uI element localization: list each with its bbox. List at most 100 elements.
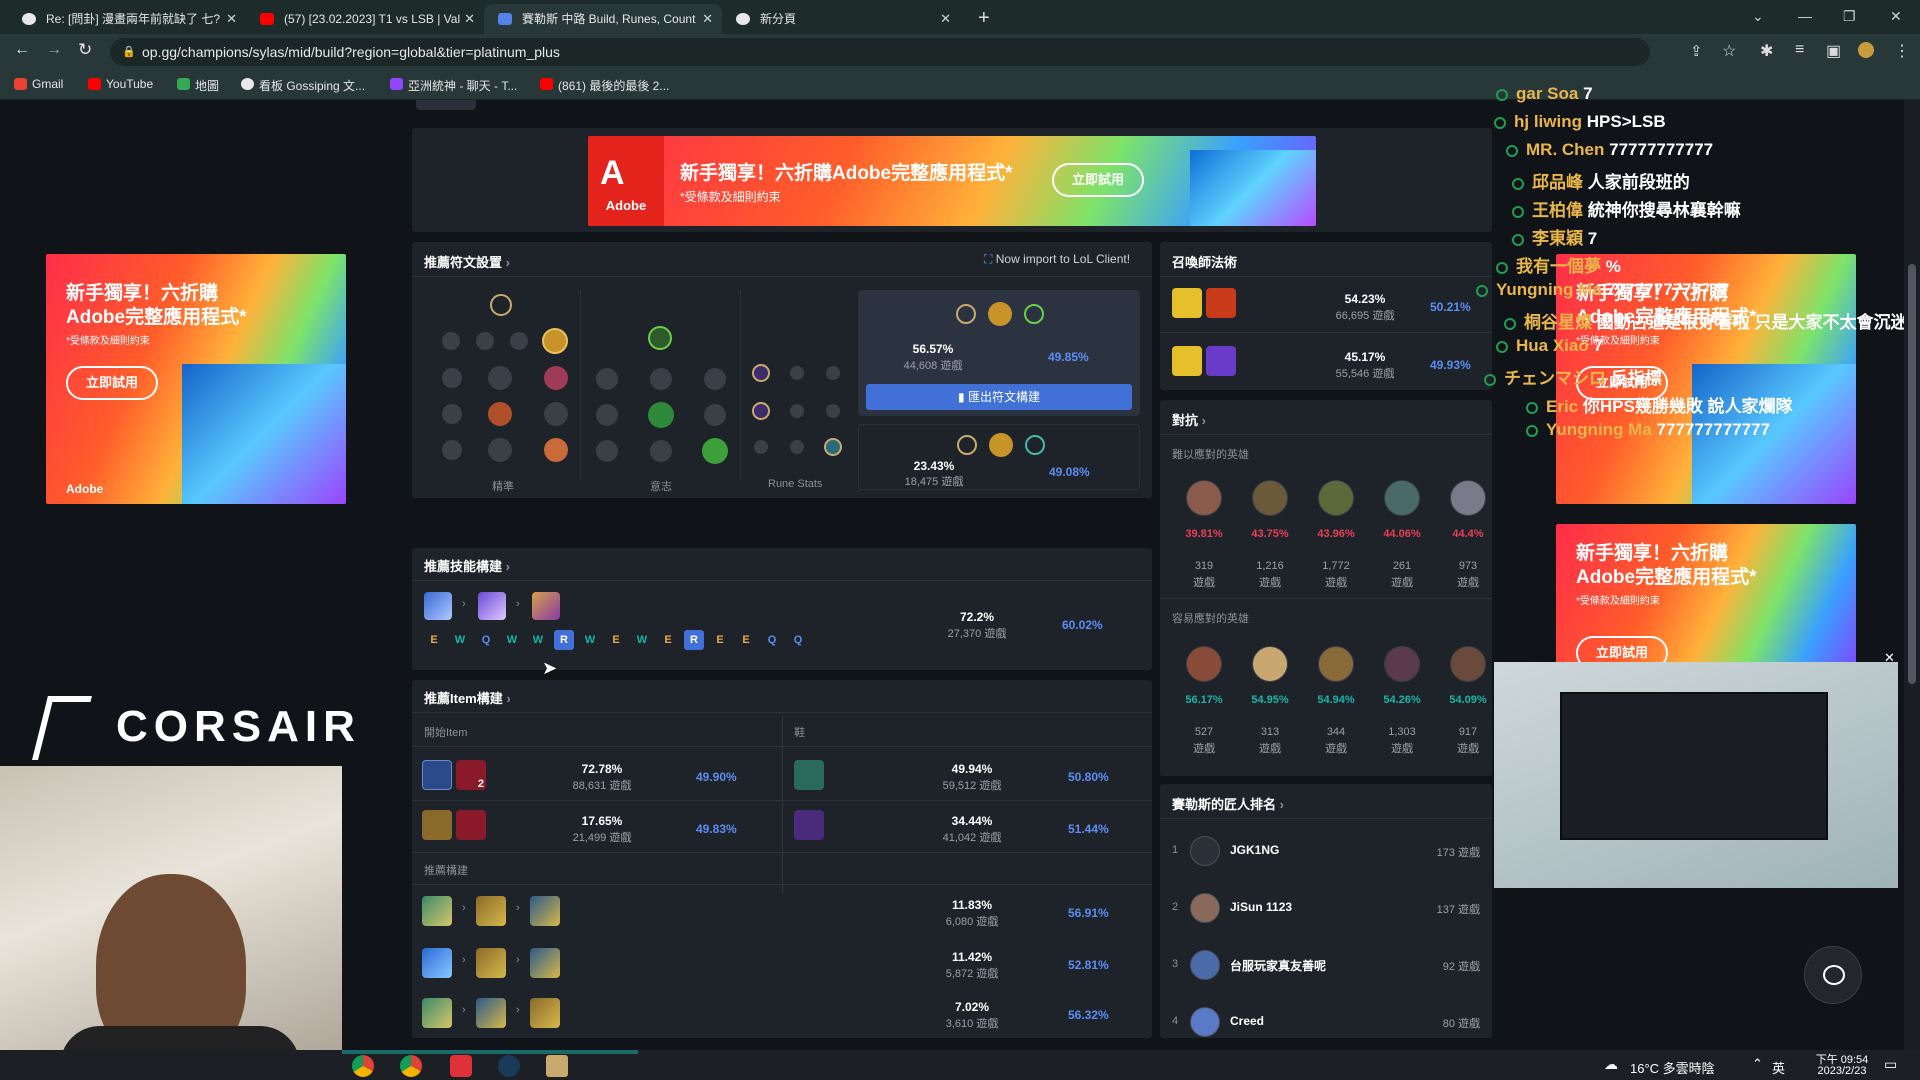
tab-youtube[interactable]: (57) [23.02.2023] T1 vs LSB | Val ✕ [246,4,484,34]
counter-games-unit: 遊戲 [1259,577,1281,589]
close-tab-icon[interactable]: ✕ [464,4,475,34]
media-control-icon[interactable]: ≡ [1795,41,1804,59]
close-window-icon[interactable]: ✕ [1890,4,1902,28]
back-icon[interactable]: ← [14,41,30,59]
new-tab-button[interactable]: + [978,4,990,32]
steam-icon[interactable] [498,1055,520,1077]
weather-text[interactable]: 16°C 多雲時陰 [1630,1058,1715,1077]
ad-cta-button[interactable]: 立即試用 [66,366,158,400]
rabadons-icon [530,896,560,926]
chat-username: 桐谷星燦 [1524,313,1592,332]
tab-search-icon[interactable]: ⌄ [1752,4,1764,28]
champion-portrait[interactable] [1252,646,1288,682]
master-games: 80 遊戲 [1442,1018,1480,1030]
champion-portrait[interactable] [1384,480,1420,516]
left-ad-banner[interactable]: 新手獨享！六折購 Adobe完整應用程式* *受條款及細則約束 立即試用 Ado… [46,254,346,504]
ime-indicator[interactable]: 英 [1772,1058,1785,1077]
import-to-client-link[interactable]: ⛶ Now import to LoL Client! [984,252,1130,267]
bookmark-twitch[interactable]: 亞洲統神 - 聊天 - T... [390,77,517,94]
ad-cta-button[interactable]: 立即試用 [1052,163,1144,197]
chrome-icon[interactable] [400,1055,422,1077]
scrollbar[interactable] [1904,100,1920,1050]
right-ad-banner-2[interactable]: 新手獨享！六折購 Adobe完整應用程式* *受條款及細則約束 立即試用 [1556,524,1856,664]
master-name[interactable]: 台服玩家真友善呢 [1230,957,1326,974]
champion-portrait[interactable] [1318,646,1354,682]
counter-games-unit: 遊戲 [1325,577,1347,589]
address-bar[interactable]: 🔒 op.gg/champions/sylas/mid/build?region=… [110,38,1650,66]
clock-date[interactable]: 2023/2/23 [1804,1065,1880,1077]
champion-portrait[interactable] [1450,480,1486,516]
masters-title[interactable]: 賽勒斯的匠人排名 › [1172,794,1284,813]
counter-win-rate: 43.96% [1317,528,1355,540]
ad-cta-button[interactable]: 立即試用 [1576,636,1668,664]
minimize-icon[interactable]: — [1798,4,1812,28]
bookmark-label: 地圖 [195,79,220,93]
export-runes-button[interactable]: ▮ 匯出符文構建 [866,384,1132,410]
bookmark-star-icon[interactable]: ☆ [1722,41,1736,61]
notification-icon[interactable]: ▭ [1884,1056,1897,1073]
skills-title[interactable]: 推薦技能構建 › [424,556,510,575]
profile-avatar[interactable] [1858,42,1874,58]
restore-icon[interactable]: ❐ [1843,4,1856,28]
champion-portrait[interactable] [1450,646,1486,682]
side-panel-icon[interactable]: ▣ [1826,41,1841,61]
app-icon[interactable] [450,1055,472,1077]
master-name[interactable]: JiSun 1123 [1230,900,1292,914]
items-title[interactable]: 推薦Item構建 › [424,688,511,707]
close-tab-icon[interactable]: ✕ [226,4,237,34]
master-row[interactable]: 4 Creed 80 遊戲 [1160,999,1492,1049]
champion-portrait[interactable] [1318,480,1354,516]
tab-opgg[interactable]: 賽勒斯 中路 Build, Runes, Count ✕ [484,4,722,34]
tab-label: 新分頁 [760,12,797,26]
master-rank: 3 [1172,958,1179,970]
item-games: 21,499 遊戲 [572,832,632,844]
top-ad-banner[interactable]: Adobe A 新手獨享！六折購Adobe完整應用程式* *受條款及細則約束 立… [588,136,1316,226]
counter-games-unit: 遊戲 [1193,743,1215,755]
help-chat-button[interactable] [1804,946,1862,1004]
extensions-icon[interactable]: ✱ [1760,41,1773,61]
master-name[interactable]: JGK1NG [1230,843,1279,857]
chat-message: 邱品峰 人家前段班的 [1512,168,1690,193]
crown-icon [422,948,452,978]
core-pick-rate: 7.02% [954,1000,990,1014]
tab-ptt[interactable]: Re: [問卦] 漫畫兩年前就缺了 七? ✕ [8,4,246,34]
chevron-right-icon: › [516,598,520,610]
bookmark-youtube-video[interactable]: (861) 最後的最後 2... [540,77,669,94]
champion-portrait[interactable] [1186,480,1222,516]
counters-title[interactable]: 對抗 › [1172,410,1206,429]
bookmark-gmail[interactable]: Gmail [14,77,63,91]
champion-portrait[interactable] [1384,646,1420,682]
champion-portrait[interactable] [1186,646,1222,682]
bookmark-maps[interactable]: 地圖 [177,77,219,94]
tray-chevron-icon[interactable]: ⌃ [1752,1056,1763,1072]
share-icon[interactable]: ⇪ [1690,42,1703,60]
gmail-icon [14,78,27,90]
reload-icon[interactable]: ↻ [78,40,92,60]
master-row[interactable]: 2 JiSun 1123 137 遊戲 [1160,885,1492,935]
runes-title[interactable]: 推薦符文設置 › [424,252,510,271]
rune-games: 44,608 遊戲 [903,360,963,372]
master-name[interactable]: Creed [1230,1014,1264,1028]
rune-option-alt[interactable]: 23.43% 18,475 遊戲 49.08% [858,424,1140,490]
forward-icon[interactable]: → [46,41,62,59]
chat-badge-icon [1496,340,1508,353]
picture-in-picture-video[interactable]: ✕ [1494,650,1898,888]
bookmark-youtube[interactable]: YouTube [88,77,153,91]
boots-pick-rate: 49.94% [951,762,993,776]
close-tab-icon[interactable]: ✕ [702,4,713,34]
items-panel: 推薦Item構建 › 開始Item 鞋 2 72.78% 88,631 遊戲 4… [412,680,1152,1038]
close-tab-icon[interactable]: ✕ [940,4,951,34]
champion-portrait[interactable] [1252,480,1288,516]
close-pip-icon[interactable]: ✕ [1884,650,1895,666]
league-client-icon[interactable] [546,1055,568,1077]
bookmark-ptt[interactable]: 看板 Gossiping 文... [241,77,365,94]
chat-badge-icon [1484,373,1496,386]
rune-option-selected[interactable]: 56.57% 44,608 遊戲 49.85% ▮ 匯出符文構建 [858,290,1140,416]
avatar [1190,950,1220,980]
tab-newtab[interactable]: 新分頁 ✕ [722,4,960,34]
chrome-icon[interactable] [352,1055,374,1077]
master-row[interactable]: 1 JGK1NG 173 遊戲 [1160,828,1492,878]
scrollbar-thumb[interactable] [1908,264,1916,684]
master-row[interactable]: 3 台服玩家真友善呢 92 遊戲 [1160,942,1492,992]
menu-icon[interactable]: ⋮ [1894,41,1910,61]
